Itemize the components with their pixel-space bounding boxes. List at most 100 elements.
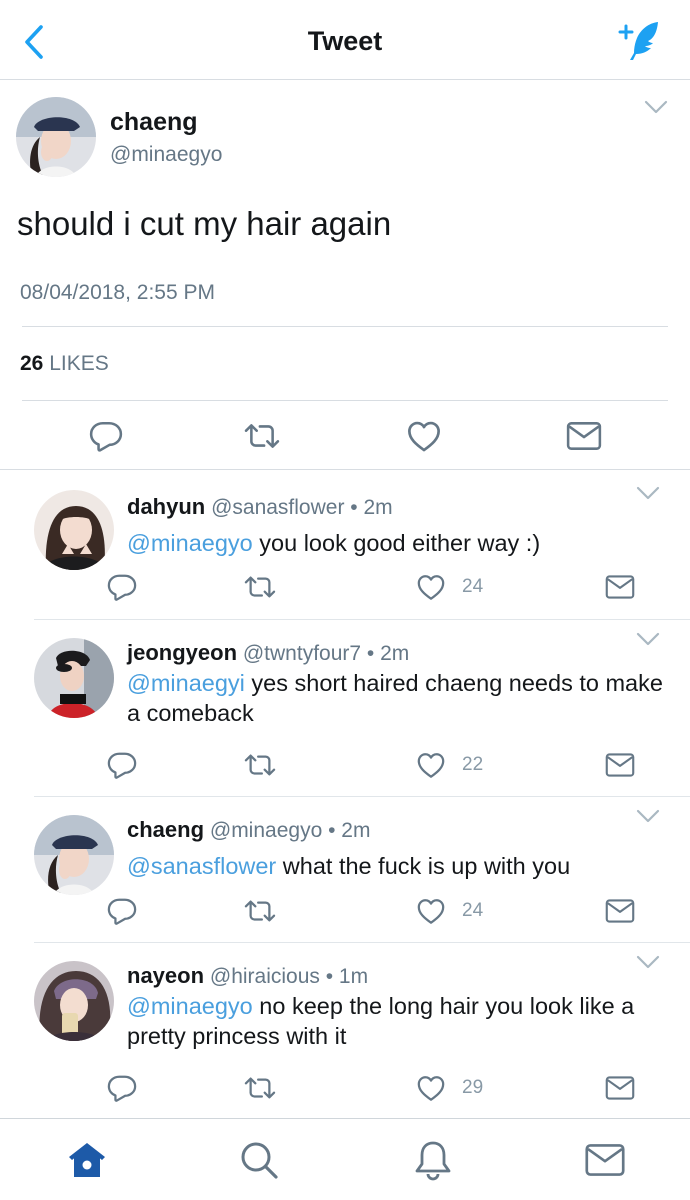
reply-button[interactable]	[86, 416, 126, 456]
mention-link[interactable]: @minaegyo	[127, 530, 253, 556]
likes-label: LIKES	[49, 352, 109, 375]
likes-summary[interactable]: 26 LIKES	[20, 352, 109, 376]
messages-envelope-icon	[585, 1144, 625, 1176]
like-count: 29	[462, 1077, 484, 1098]
retweet-button[interactable]	[243, 1071, 277, 1105]
retweet-icon	[243, 572, 277, 602]
reply-text: @minaegyi yes short haired chaeng needs …	[127, 670, 663, 726]
reply-author-name[interactable]: dahyun	[127, 494, 205, 519]
bottom-tab-bar	[0, 1118, 690, 1200]
compose-tweet-icon	[618, 22, 658, 60]
reply-header: dahyun @sanasflower • 2m	[127, 494, 393, 520]
notifications-bell-icon	[415, 1141, 451, 1181]
tab-messages[interactable]	[582, 1137, 628, 1183]
heart-icon	[416, 572, 446, 602]
avatar[interactable]	[34, 961, 114, 1041]
chevron-down-icon[interactable]	[636, 486, 660, 500]
heart-icon	[416, 896, 446, 926]
chevron-down-icon[interactable]	[636, 809, 660, 823]
chevron-down-icon[interactable]	[644, 100, 668, 114]
reply-icon	[107, 896, 137, 926]
search-icon	[241, 1142, 278, 1179]
reply-tweet[interactable]: nayeon @hiraicious • 1m @minaegyo no kee…	[0, 943, 690, 1118]
main-tweet: chaeng @minaegyo should i cut my hair ag…	[0, 80, 690, 470]
page-title: Tweet	[307, 26, 383, 56]
reply-text: @minaegyo no keep the long hair you look…	[127, 993, 635, 1049]
reply-tweet[interactable]: chaeng @minaegyo • 2m @sanasflower what …	[0, 797, 690, 943]
direct-message-button[interactable]	[605, 1071, 635, 1105]
reply-author-name[interactable]: chaeng	[127, 817, 204, 842]
divider	[22, 400, 668, 401]
retweet-button[interactable]	[243, 748, 277, 782]
reply-author-handle[interactable]: @sanasflower	[211, 496, 344, 519]
reply-icon	[89, 419, 123, 453]
envelope-icon	[605, 1075, 635, 1101]
reply-text: @minaegyo you look good either way :)	[127, 530, 541, 556]
like-count: 24	[462, 576, 484, 597]
author-name[interactable]: chaeng	[110, 108, 198, 137]
reply-author-handle[interactable]: @hiraicious	[210, 965, 320, 988]
like-button[interactable]: 24	[416, 570, 483, 604]
envelope-icon	[566, 421, 602, 451]
reply-time: • 1m	[325, 965, 369, 988]
like-count: 22	[462, 754, 484, 775]
retweet-button[interactable]	[242, 416, 282, 456]
chevron-down-icon[interactable]	[636, 632, 660, 646]
envelope-icon	[605, 898, 635, 924]
reply-icon	[107, 750, 137, 780]
like-button[interactable]	[404, 416, 444, 456]
reply-author-handle[interactable]: @twntyfour7	[243, 642, 361, 665]
likes-count: 26	[20, 352, 44, 375]
retweet-icon	[242, 419, 282, 453]
direct-message-button[interactable]	[605, 894, 635, 928]
reply-author-name[interactable]: jeongyeon	[127, 640, 237, 665]
mention-link[interactable]: @minaegyo	[127, 993, 253, 1019]
reply-button[interactable]	[107, 570, 137, 604]
retweet-icon	[243, 1073, 277, 1103]
reply-header: chaeng @minaegyo • 2m	[127, 817, 370, 843]
reply-time: • 2m	[328, 819, 371, 842]
tab-notifications[interactable]	[410, 1137, 456, 1183]
author-handle[interactable]: @minaegyo	[110, 143, 222, 167]
compose-tweet-button[interactable]	[618, 18, 664, 64]
tab-search[interactable]	[236, 1137, 282, 1183]
avatar[interactable]	[16, 97, 96, 177]
reply-tweet[interactable]: jeongyeon @twntyfour7 • 2m @minaegyi yes…	[0, 620, 690, 796]
heart-icon	[416, 1073, 446, 1103]
retweet-button[interactable]	[243, 894, 277, 928]
envelope-icon	[605, 574, 635, 600]
avatar[interactable]	[34, 815, 114, 895]
avatar[interactable]	[34, 638, 114, 718]
reply-icon	[107, 572, 137, 602]
reply-author-name[interactable]: nayeon	[127, 963, 204, 988]
like-count: 24	[462, 900, 484, 921]
reply-time: • 2m	[366, 642, 410, 665]
divider	[22, 326, 668, 327]
reply-button[interactable]	[107, 894, 137, 928]
direct-message-button[interactable]	[564, 416, 604, 456]
envelope-icon	[605, 752, 635, 778]
reply-header: jeongyeon @twntyfour7 • 2m	[127, 640, 409, 666]
reply-author-handle[interactable]: @minaegyo	[210, 819, 322, 842]
reply-tweet[interactable]: dahyun @sanasflower • 2m @minaegyo you l…	[0, 472, 690, 620]
retweet-button[interactable]	[243, 570, 277, 604]
reply-header: nayeon @hiraicious • 1m	[127, 963, 368, 989]
direct-message-button[interactable]	[605, 748, 635, 782]
tweet-text: should i cut my hair again	[17, 205, 392, 242]
tab-home[interactable]	[64, 1137, 110, 1183]
reply-button[interactable]	[107, 748, 137, 782]
direct-message-button[interactable]	[605, 570, 635, 604]
reply-button[interactable]	[107, 1071, 137, 1105]
like-button[interactable]: 22	[416, 748, 483, 782]
like-button[interactable]: 29	[416, 1071, 483, 1105]
like-button[interactable]: 24	[416, 894, 483, 928]
mention-link[interactable]: @minaegyi	[127, 670, 245, 696]
retweet-icon	[243, 896, 277, 926]
chevron-down-icon[interactable]	[636, 955, 660, 969]
mention-link[interactable]: @sanasflower	[127, 853, 276, 879]
reply-icon	[107, 1073, 137, 1103]
heart-icon	[406, 418, 442, 454]
retweet-icon	[243, 750, 277, 780]
home-icon	[69, 1143, 105, 1177]
avatar[interactable]	[34, 490, 114, 570]
